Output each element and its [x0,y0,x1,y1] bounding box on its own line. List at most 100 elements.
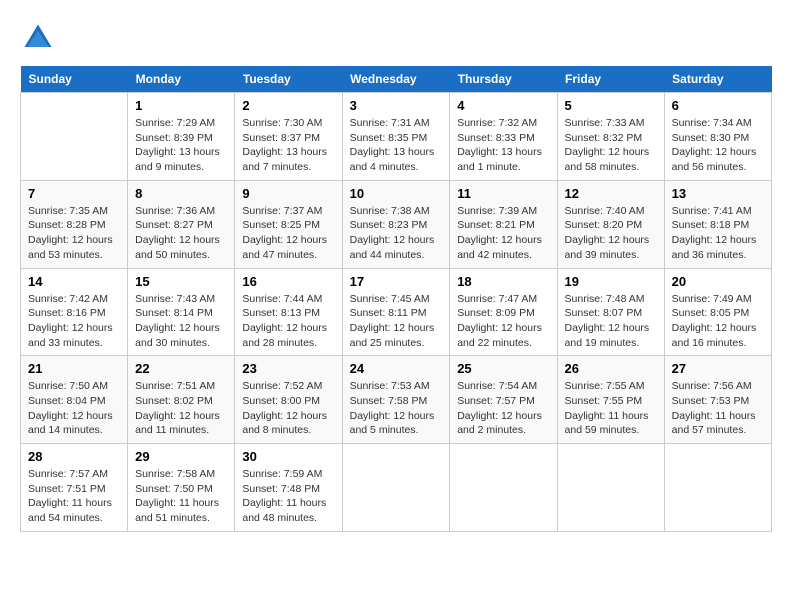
day-number: 1 [135,98,227,113]
day-number: 7 [28,186,120,201]
calendar-cell: 21 Sunrise: 7:50 AMSunset: 8:04 PMDayligh… [21,356,128,444]
col-header-thursday: Thursday [450,66,557,93]
calendar-cell: 9 Sunrise: 7:37 AMSunset: 8:25 PMDaylight… [235,180,342,268]
day-number: 21 [28,361,120,376]
day-number: 30 [242,449,334,464]
calendar-cell: 24 Sunrise: 7:53 AMSunset: 7:58 PMDayligh… [342,356,450,444]
day-info: Sunrise: 7:50 AMSunset: 8:04 PMDaylight:… [28,379,120,438]
day-info: Sunrise: 7:31 AMSunset: 8:35 PMDaylight:… [350,116,443,175]
day-info: Sunrise: 7:29 AMSunset: 8:39 PMDaylight:… [135,116,227,175]
calendar-cell: 17 Sunrise: 7:45 AMSunset: 8:11 PMDayligh… [342,268,450,356]
calendar-cell: 13 Sunrise: 7:41 AMSunset: 8:18 PMDayligh… [664,180,771,268]
calendar-cell: 3Sunrise: 7:31 AMSunset: 8:35 PMDaylight… [342,93,450,181]
day-info: Sunrise: 7:44 AMSunset: 8:13 PMDaylight:… [242,292,334,351]
day-number: 26 [565,361,657,376]
calendar-cell: 12 Sunrise: 7:40 AMSunset: 8:20 PMDayligh… [557,180,664,268]
day-number: 5 [565,98,657,113]
day-info: Sunrise: 7:43 AMSunset: 8:14 PMDaylight:… [135,292,227,351]
calendar-cell: 11Sunrise: 7:39 AMSunset: 8:21 PMDayligh… [450,180,557,268]
day-number: 20 [672,274,764,289]
calendar-cell: 8 Sunrise: 7:36 AMSunset: 8:27 PMDaylight… [128,180,235,268]
day-number: 19 [565,274,657,289]
day-number: 13 [672,186,764,201]
day-number: 12 [565,186,657,201]
day-number: 8 [135,186,227,201]
day-number: 18 [457,274,549,289]
logo [20,20,62,56]
calendar-cell: 7 Sunrise: 7:35 AMSunset: 8:28 PMDaylight… [21,180,128,268]
col-header-tuesday: Tuesday [235,66,342,93]
calendar-cell: 15 Sunrise: 7:43 AMSunset: 8:14 PMDayligh… [128,268,235,356]
col-header-sunday: Sunday [21,66,128,93]
day-info: Sunrise: 7:45 AMSunset: 8:11 PMDaylight:… [350,292,443,351]
calendar-cell: 30 Sunrise: 7:59 AMSunset: 7:48 PMDayligh… [235,444,342,532]
day-number: 29 [135,449,227,464]
day-number: 9 [242,186,334,201]
calendar-cell: 10Sunrise: 7:38 AMSunset: 8:23 PMDayligh… [342,180,450,268]
day-number: 28 [28,449,120,464]
day-info: Sunrise: 7:47 AMSunset: 8:09 PMDaylight:… [457,292,549,351]
calendar-cell [664,444,771,532]
calendar-cell: 28 Sunrise: 7:57 AMSunset: 7:51 PMDayligh… [21,444,128,532]
day-info: Sunrise: 7:48 AMSunset: 8:07 PMDaylight:… [565,292,657,351]
calendar-cell [450,444,557,532]
day-info: Sunrise: 7:51 AMSunset: 8:02 PMDaylight:… [135,379,227,438]
calendar-cell: 2 Sunrise: 7:30 AMSunset: 8:37 PMDaylight… [235,93,342,181]
day-number: 24 [350,361,443,376]
day-info: Sunrise: 7:41 AMSunset: 8:18 PMDaylight:… [672,204,764,263]
day-info: Sunrise: 7:55 AMSunset: 7:55 PMDaylight:… [565,379,657,438]
calendar-cell: 29 Sunrise: 7:58 AMSunset: 7:50 PMDayligh… [128,444,235,532]
day-info: Sunrise: 7:49 AMSunset: 8:05 PMDaylight:… [672,292,764,351]
calendar-header: SundayMondayTuesdayWednesdayThursdayFrid… [21,66,772,93]
day-number: 23 [242,361,334,376]
day-info: Sunrise: 7:32 AMSunset: 8:33 PMDaylight:… [457,116,549,175]
calendar-table: SundayMondayTuesdayWednesdayThursdayFrid… [20,66,772,532]
day-info: Sunrise: 7:57 AMSunset: 7:51 PMDaylight:… [28,467,120,526]
calendar-cell: 5Sunrise: 7:33 AMSunset: 8:32 PMDaylight… [557,93,664,181]
calendar-cell: 19 Sunrise: 7:48 AMSunset: 8:07 PMDayligh… [557,268,664,356]
calendar-cell: 4 Sunrise: 7:32 AMSunset: 8:33 PMDaylight… [450,93,557,181]
calendar-cell: 25 Sunrise: 7:54 AMSunset: 7:57 PMDayligh… [450,356,557,444]
day-info: Sunrise: 7:58 AMSunset: 7:50 PMDaylight:… [135,467,227,526]
logo-icon [20,20,56,56]
calendar-cell: 18 Sunrise: 7:47 AMSunset: 8:09 PMDayligh… [450,268,557,356]
day-info: Sunrise: 7:40 AMSunset: 8:20 PMDaylight:… [565,204,657,263]
day-info: Sunrise: 7:56 AMSunset: 7:53 PMDaylight:… [672,379,764,438]
calendar-cell: 1 Sunrise: 7:29 AMSunset: 8:39 PMDaylight… [128,93,235,181]
week-row-1: 1 Sunrise: 7:29 AMSunset: 8:39 PMDaylight… [21,93,772,181]
calendar-cell: 27 Sunrise: 7:56 AMSunset: 7:53 PMDayligh… [664,356,771,444]
day-number: 27 [672,361,764,376]
col-header-saturday: Saturday [664,66,771,93]
calendar-cell [557,444,664,532]
day-number: 11 [457,186,549,201]
day-info: Sunrise: 7:37 AMSunset: 8:25 PMDaylight:… [242,204,334,263]
col-header-friday: Friday [557,66,664,93]
day-info: Sunrise: 7:53 AMSunset: 7:58 PMDaylight:… [350,379,443,438]
week-row-3: 14Sunrise: 7:42 AMSunset: 8:16 PMDayligh… [21,268,772,356]
day-number: 15 [135,274,227,289]
calendar-cell [342,444,450,532]
day-info: Sunrise: 7:35 AMSunset: 8:28 PMDaylight:… [28,204,120,263]
day-info: Sunrise: 7:34 AMSunset: 8:30 PMDaylight:… [672,116,764,175]
calendar-cell: 16 Sunrise: 7:44 AMSunset: 8:13 PMDayligh… [235,268,342,356]
calendar-cell: 26 Sunrise: 7:55 AMSunset: 7:55 PMDayligh… [557,356,664,444]
col-header-wednesday: Wednesday [342,66,450,93]
calendar-cell: 6Sunrise: 7:34 AMSunset: 8:30 PMDaylight… [664,93,771,181]
page-header [20,20,772,56]
day-number: 16 [242,274,334,289]
day-number: 2 [242,98,334,113]
day-info: Sunrise: 7:54 AMSunset: 7:57 PMDaylight:… [457,379,549,438]
calendar-cell: 22 Sunrise: 7:51 AMSunset: 8:02 PMDayligh… [128,356,235,444]
col-header-monday: Monday [128,66,235,93]
day-info: Sunrise: 7:36 AMSunset: 8:27 PMDaylight:… [135,204,227,263]
day-info: Sunrise: 7:30 AMSunset: 8:37 PMDaylight:… [242,116,334,175]
day-number: 17 [350,274,443,289]
day-info: Sunrise: 7:38 AMSunset: 8:23 PMDaylight:… [350,204,443,263]
day-number: 4 [457,98,549,113]
week-row-2: 7 Sunrise: 7:35 AMSunset: 8:28 PMDaylight… [21,180,772,268]
week-row-4: 21 Sunrise: 7:50 AMSunset: 8:04 PMDayligh… [21,356,772,444]
day-number: 22 [135,361,227,376]
day-number: 25 [457,361,549,376]
day-info: Sunrise: 7:59 AMSunset: 7:48 PMDaylight:… [242,467,334,526]
week-row-5: 28 Sunrise: 7:57 AMSunset: 7:51 PMDayligh… [21,444,772,532]
